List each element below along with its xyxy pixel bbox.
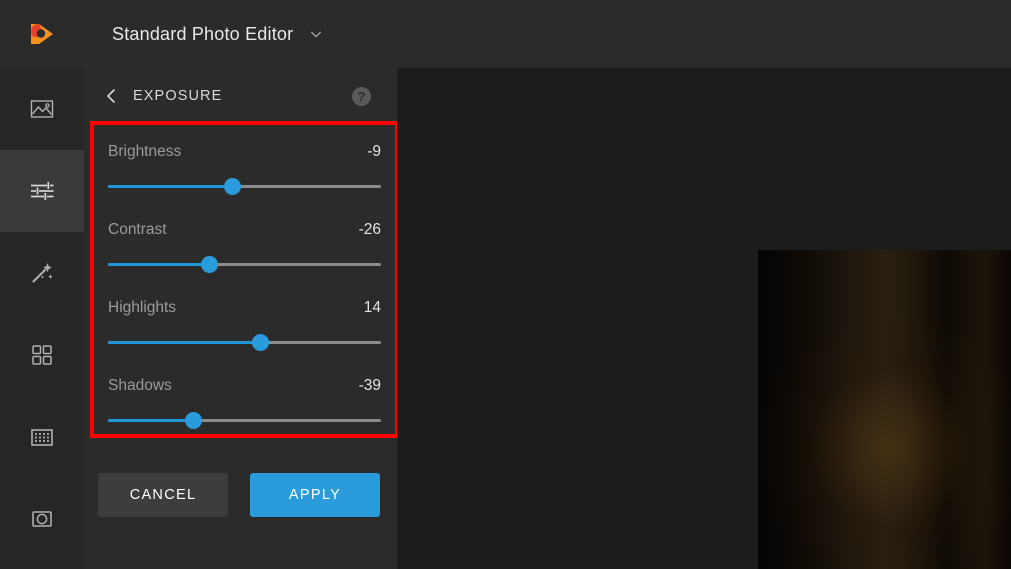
lens-circle-icon [32, 511, 52, 527]
sidebar-item-borders[interactable] [0, 396, 84, 478]
slider-track[interactable] [108, 178, 381, 195]
sidebar-item-effects[interactable] [0, 232, 84, 314]
slider-value: 14 [363, 299, 381, 316]
slider-track-fill [108, 263, 209, 266]
slider-brightness[interactable]: Brightness -9 [108, 143, 381, 195]
back-button[interactable] [98, 83, 124, 109]
slider-track[interactable] [108, 334, 381, 351]
image-canvas[interactable] [397, 68, 1011, 569]
sliders-icon [31, 182, 54, 200]
texture-frame-icon [31, 429, 53, 446]
slider-track[interactable] [108, 412, 381, 429]
slider-header: Shadows -39 [108, 377, 381, 395]
app-title-dropdown[interactable]: Standard Photo Editor [112, 24, 323, 45]
slider-header: Contrast -26 [108, 221, 381, 239]
panel-actions: CANCEL APPLY [98, 473, 380, 517]
chevron-down-icon [311, 31, 322, 38]
top-bar: Standard Photo Editor [0, 0, 1011, 68]
photo-editor-app: Standard Photo Editor EXPOSURE ? Brightn… [0, 0, 1011, 569]
slider-value: -26 [358, 221, 381, 238]
slider-knob[interactable] [252, 334, 270, 351]
sidebar-item-overlays[interactable] [0, 314, 84, 396]
photo-preview[interactable] [758, 250, 1011, 569]
slider-label: Shadows [108, 377, 172, 394]
sidebar-item-photo[interactable] [0, 68, 84, 150]
tool-rail [0, 68, 84, 569]
slider-track-fill [108, 341, 261, 344]
slider-highlights[interactable]: Highlights 14 [108, 299, 381, 351]
app-title-label: Standard Photo Editor [112, 23, 294, 44]
slider-track-fill [108, 419, 194, 422]
image-icon [30, 100, 54, 118]
magic-wand-icon [32, 263, 53, 283]
slider-label: Contrast [108, 221, 167, 238]
slider-knob[interactable] [223, 178, 241, 195]
slider-label: Highlights [108, 299, 177, 316]
grid-squares-icon [32, 345, 52, 365]
sidebar-item-vignette[interactable] [0, 478, 84, 560]
slider-label: Brightness [108, 143, 182, 160]
slider-header: Brightness -9 [108, 143, 381, 161]
chevron-left-icon [107, 89, 115, 103]
sliders-group: Brightness -9 Contrast -26 Highlights 14… [94, 125, 395, 429]
slider-header: Highlights 14 [108, 299, 381, 317]
help-question-icon[interactable]: ? [352, 86, 371, 106]
slider-knob[interactable] [200, 256, 218, 273]
apply-button[interactable]: APPLY [250, 473, 380, 517]
slider-contrast[interactable]: Contrast -26 [108, 221, 381, 273]
sidebar-item-adjust[interactable] [0, 150, 84, 232]
slider-track-fill [108, 185, 233, 188]
slider-track[interactable] [108, 256, 381, 273]
page-title: EXPOSURE [133, 88, 223, 104]
slider-value: -39 [358, 377, 381, 394]
pixlr-c-logo-icon [31, 24, 53, 44]
panel-header: EXPOSURE ? [84, 68, 397, 124]
exposure-panel: EXPOSURE ? Brightness -9 Contrast -26 Hi… [84, 68, 399, 569]
cancel-button[interactable]: CANCEL [98, 473, 228, 517]
app-logo[interactable] [0, 0, 84, 68]
sliders-highlight-box: Brightness -9 Contrast -26 Highlights 14… [90, 121, 399, 438]
slider-value: -9 [367, 143, 381, 160]
slider-shadows[interactable]: Shadows -39 [108, 377, 381, 429]
slider-knob[interactable] [185, 412, 203, 429]
